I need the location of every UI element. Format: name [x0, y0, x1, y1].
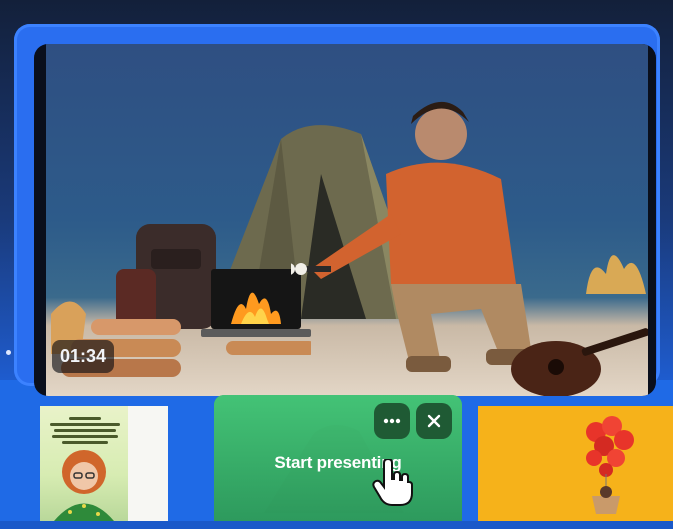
hand-pointer-icon: [372, 459, 413, 506]
thumbnail-poster[interactable]: [40, 406, 168, 521]
more-options-button[interactable]: [374, 403, 410, 439]
plant-decoration: [586, 255, 646, 294]
video-preview[interactable]: 01:34: [46, 44, 648, 396]
close-button[interactable]: [416, 403, 452, 439]
video-frame: 01:34: [34, 44, 656, 396]
guitar-illustration: [511, 328, 648, 396]
ellipsis-icon: [383, 418, 401, 424]
filmstrip-edge: [0, 521, 673, 529]
poster-image: [40, 406, 128, 521]
video-duration-badge: 01:34: [52, 340, 115, 373]
close-icon: [427, 414, 441, 428]
thumbnail-balloons[interactable]: [478, 406, 673, 521]
heart-balloons-illustration: [586, 416, 634, 514]
firewood-logs: [51, 301, 181, 377]
woman-portrait: [54, 450, 114, 521]
thumbnail-active[interactable]: Start presenting: [214, 395, 462, 529]
selected-video-card[interactable]: 01:34: [14, 24, 660, 396]
indicator-dot: [6, 350, 11, 355]
start-presenting-label[interactable]: Start presenting: [214, 453, 462, 473]
